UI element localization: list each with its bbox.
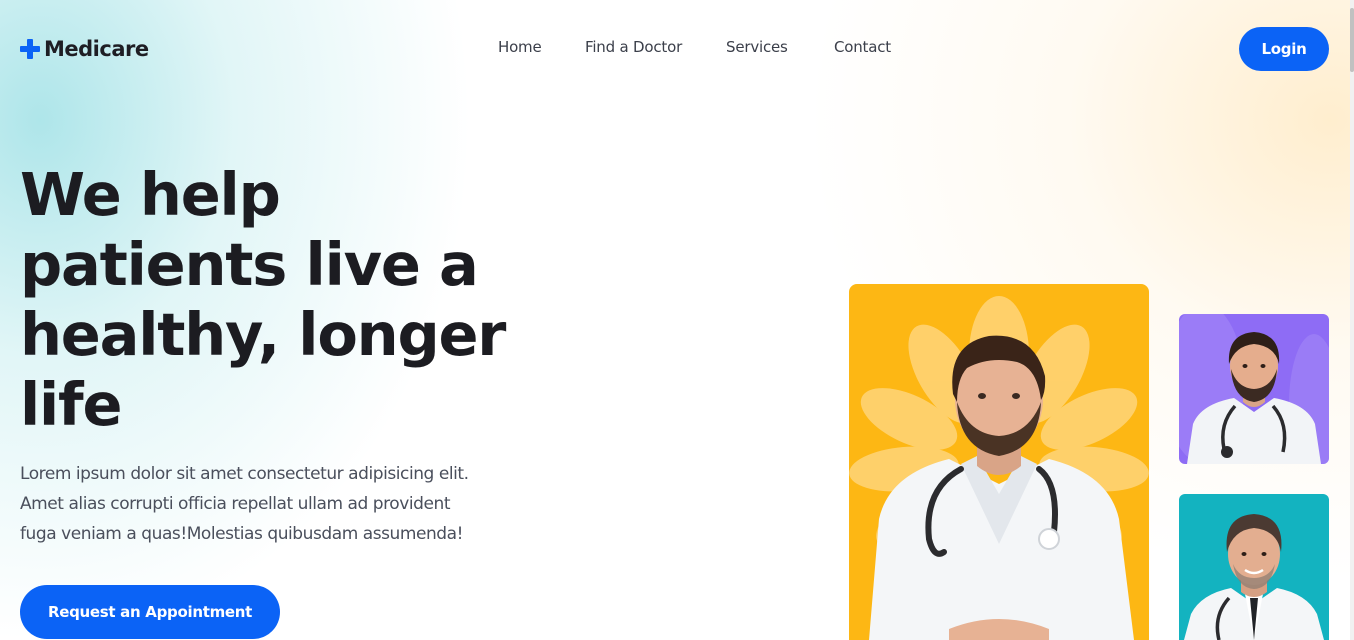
hero-description: Lorem ipsum dolor sit amet consectetur a… (20, 464, 469, 544)
doctor-photo-small-2 (1179, 494, 1329, 640)
doctor-photo-small-1 (1179, 314, 1329, 464)
hero-title: We help patients live a healthy, longer … (20, 160, 506, 439)
scrollbar-thumb[interactable] (1350, 8, 1354, 72)
doctor-illustration-main (849, 284, 1149, 640)
login-button[interactable]: Login (1239, 27, 1329, 71)
main-nav: Home Find a Doctor Services Contact (0, 38, 1354, 60)
nav-link-home[interactable]: Home (498, 38, 542, 56)
doctor-illustration-small-1 (1179, 314, 1329, 464)
request-appointment-button[interactable]: Request an Appointment (20, 585, 280, 639)
nav-link-find-a-doctor[interactable]: Find a Doctor (585, 38, 682, 56)
doctor-photo-main (849, 284, 1149, 640)
nav-link-services[interactable]: Services (726, 38, 788, 56)
vertical-scrollbar[interactable] (1350, 0, 1354, 640)
doctor-illustration-small-2 (1179, 494, 1329, 640)
site-header: Medicare Home Find a Doctor Services Con… (0, 0, 1354, 98)
nav-link-contact[interactable]: Contact (834, 38, 891, 56)
landing-page: Medicare Home Find a Doctor Services Con… (0, 0, 1354, 640)
